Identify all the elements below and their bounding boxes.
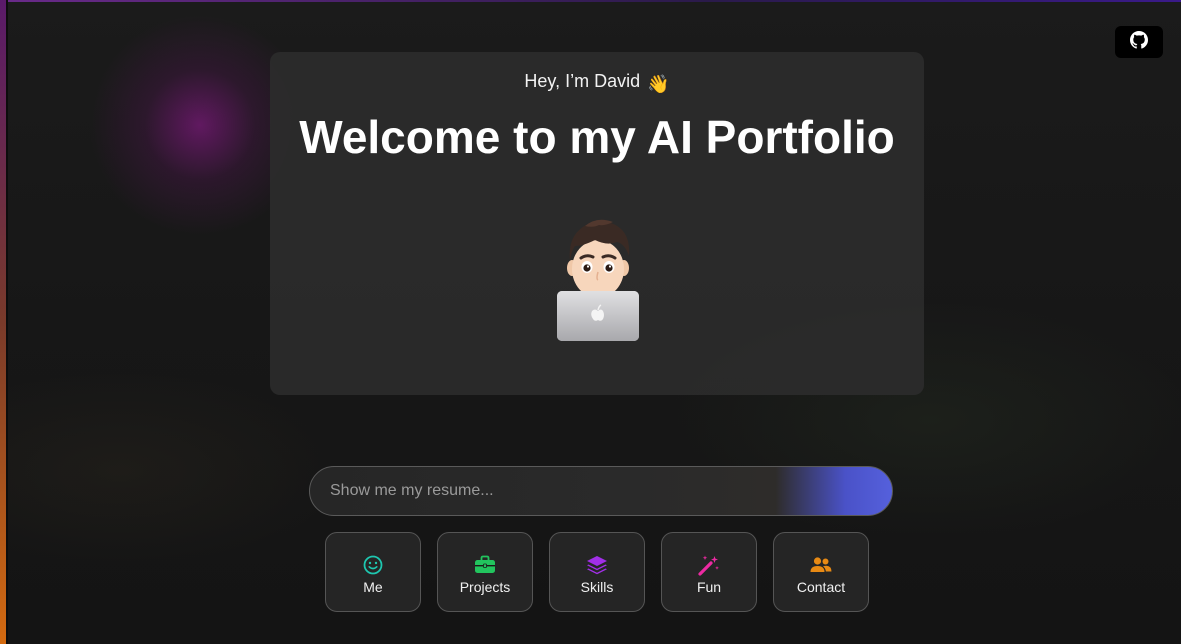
contact-button[interactable]: Contact: [773, 532, 869, 612]
fun-button[interactable]: Fun: [661, 532, 757, 612]
me-button-label: Me: [363, 578, 383, 595]
page-background: Hey, I’m David 👋 Welcome to my AI Portfo…: [0, 0, 1181, 644]
layers-icon: [586, 554, 608, 576]
chat-input[interactable]: [310, 467, 810, 515]
briefcase-icon: [474, 554, 496, 576]
projects-button-label: Projects: [459, 578, 511, 595]
chat-input-container: [309, 466, 893, 516]
magic-wand-icon: [698, 554, 720, 576]
greeting-text: Hey, I’m David 👋: [270, 71, 924, 95]
users-icon: [810, 554, 832, 576]
github-button[interactable]: [1115, 26, 1163, 58]
fun-button-label: Fun: [696, 578, 722, 595]
memoji-avatar: [557, 219, 639, 341]
waving-hand-icon: 👋: [647, 74, 670, 94]
projects-button[interactable]: Projects: [437, 532, 533, 612]
skills-button-label: Skills: [580, 578, 614, 595]
greeting-label: Hey, I’m David: [524, 71, 641, 91]
github-icon: [1130, 30, 1148, 54]
smile-icon: [362, 554, 384, 576]
page-title: Welcome to my AI Portfolio: [299, 111, 895, 163]
skills-button[interactable]: Skills: [549, 532, 645, 612]
top-edge-accent: [0, 0, 1181, 2]
me-button[interactable]: Me: [325, 532, 421, 612]
hero-card: Hey, I’m David 👋 Welcome to my AI Portfo…: [270, 52, 924, 395]
quick-nav: Me Projects Skills Fun Contact: [325, 532, 869, 612]
contact-button-label: Contact: [796, 578, 846, 595]
left-edge-accent: [0, 0, 8, 644]
